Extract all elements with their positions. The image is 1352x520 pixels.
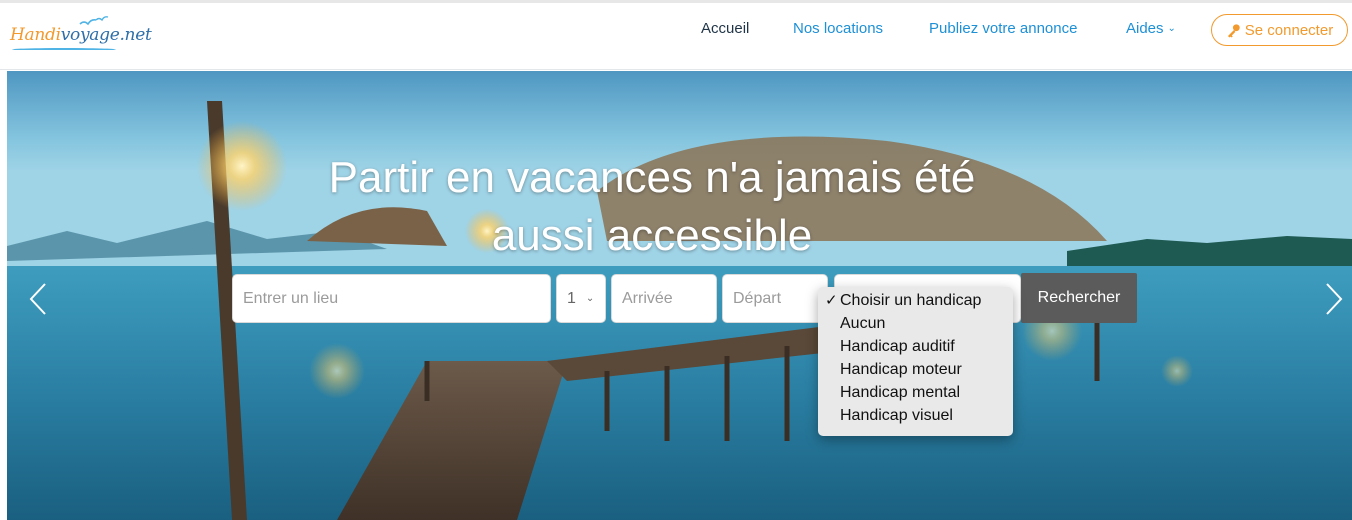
place-input-placeholder: Entrer un lieu	[243, 289, 339, 307]
logo-text: Handivoyage.net	[10, 25, 152, 45]
dropdown-option-moteur[interactable]: Handicap moteur	[818, 358, 1013, 381]
place-input[interactable]: Entrer un lieu	[232, 274, 551, 323]
dropdown-option-label: Handicap auditif	[840, 338, 955, 355]
nav-aides[interactable]: Aides ⌄	[1126, 19, 1176, 39]
nav-publiez-annonce[interactable]: Publiez votre annonce	[929, 19, 1077, 39]
dropdown-option-label: Handicap moteur	[840, 361, 962, 378]
nav-aides-label: Aides	[1126, 20, 1164, 37]
dropdown-option-auditif[interactable]: Handicap auditif	[818, 335, 1013, 358]
key-icon	[1227, 23, 1240, 38]
hero-carousel: Partir en vacances n'a jamais été aussi …	[7, 71, 1352, 520]
nav-nos-locations[interactable]: Nos locations	[793, 19, 883, 39]
arrival-date-input[interactable]: Arrivée	[611, 274, 717, 323]
hero-title: Partir en vacances n'a jamais été aussi …	[307, 149, 997, 265]
dropdown-option-label: Handicap mental	[840, 384, 961, 401]
chevron-down-icon: ⌄	[1167, 23, 1176, 34]
departure-placeholder: Départ	[733, 289, 782, 307]
chevron-right-icon[interactable]	[1323, 281, 1345, 317]
handicap-dropdown-menu: ✓ Choisir un handicap Aucun Handicap aud…	[818, 287, 1013, 436]
search-button-label: Rechercher	[1037, 289, 1121, 306]
hero-title-line2: aussi accessible	[491, 211, 813, 260]
dropdown-option-aucun[interactable]: Aucun	[818, 312, 1013, 335]
arrival-placeholder: Arrivée	[622, 289, 673, 307]
navbar: Handivoyage.net Accueil Nos locations Pu…	[0, 3, 1352, 70]
guests-select[interactable]: 1 ⌄	[556, 274, 606, 323]
dropdown-option-visuel[interactable]: Handicap visuel	[818, 404, 1013, 427]
checkmark-icon: ✓	[825, 292, 838, 309]
hero-title-line1: Partir en vacances n'a jamais été	[328, 153, 976, 202]
search-button[interactable]: Rechercher	[1021, 273, 1137, 323]
chevron-left-icon[interactable]	[27, 281, 49, 317]
chevron-down-icon: ⌄	[585, 293, 595, 304]
logo[interactable]: Handivoyage.net	[10, 15, 152, 51]
nav-accueil[interactable]: Accueil	[701, 19, 749, 39]
guests-value: 1	[567, 289, 576, 307]
dropdown-option-label: Aucun	[840, 315, 886, 332]
dropdown-option-label: Choisir un handicap	[840, 292, 982, 309]
dropdown-option-mental[interactable]: Handicap mental	[818, 381, 1013, 404]
departure-date-input[interactable]: Départ	[722, 274, 828, 323]
dropdown-option-choisir[interactable]: ✓ Choisir un handicap	[818, 289, 1013, 312]
login-label: Se connecter	[1244, 21, 1334, 39]
login-button[interactable]: Se connecter	[1211, 14, 1348, 46]
logo-swoosh	[12, 48, 116, 51]
dropdown-option-label: Handicap visuel	[840, 407, 953, 424]
